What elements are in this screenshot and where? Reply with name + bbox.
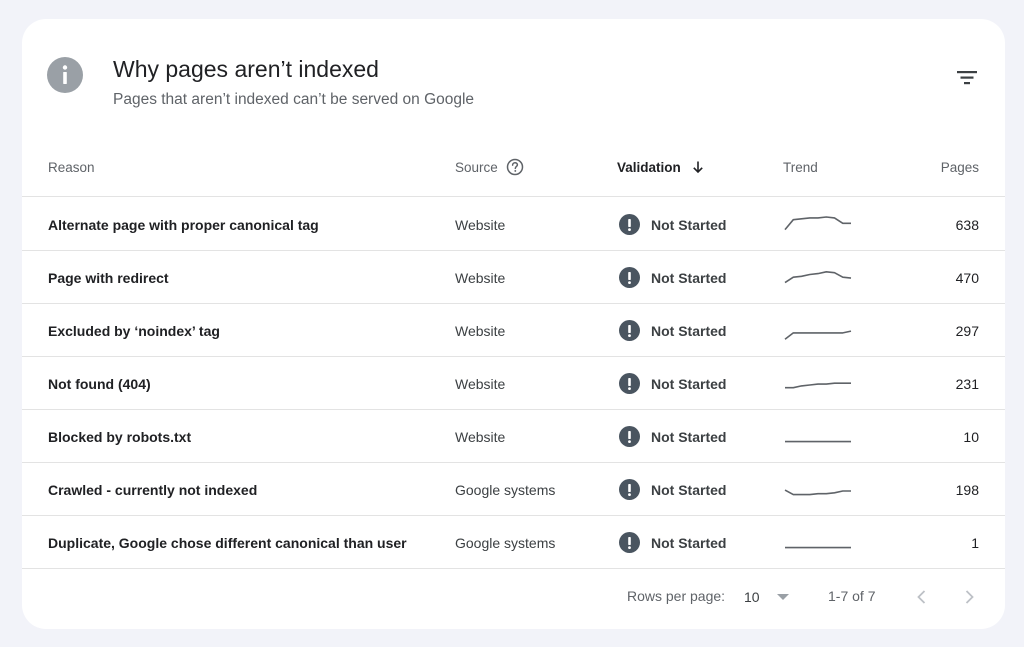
row-validation-status: Not Started <box>651 322 727 339</box>
pagination: Rows per page: 10 1-7 of 7 <box>22 581 1005 613</box>
exclamation-circle-icon <box>619 267 640 288</box>
row-validation-status: Not Started <box>651 481 727 498</box>
row-source: Website <box>455 322 506 339</box>
row-trend-sparkline <box>783 198 853 251</box>
sparkline-line <box>785 381 851 389</box>
sparkline-line <box>784 215 851 230</box>
sparkline-line <box>784 488 851 495</box>
row-trend-sparkline <box>783 251 853 304</box>
row-reason: Excluded by ‘noindex’ tag <box>48 322 220 339</box>
column-header-pages[interactable]: Pages <box>941 147 979 187</box>
row-reason: Page with redirect <box>48 269 169 286</box>
column-header-validation[interactable]: Validation <box>617 147 705 187</box>
row-reason: Duplicate, Google chose different canoni… <box>48 534 407 551</box>
row-validation: Not Started <box>619 251 726 304</box>
row-validation: Not Started <box>619 198 726 251</box>
table-header: Reason Source Validation Trend Pages <box>22 147 1005 197</box>
exclamation-circle-icon <box>619 479 640 500</box>
exclamation-circle-icon <box>619 373 640 394</box>
chevron-left-icon[interactable] <box>912 587 932 607</box>
row-validation: Not Started <box>619 357 726 410</box>
row-trend-sparkline <box>783 304 853 357</box>
row-pages-count: 10 <box>963 428 979 445</box>
table-row[interactable]: Excluded by ‘noindex’ tag Website Not Star… <box>22 304 1005 357</box>
help-circle-icon[interactable] <box>506 158 524 176</box>
row-pages-count: 198 <box>955 481 979 498</box>
table-row[interactable]: Not found (404) Website Not Started 231 <box>22 357 1005 410</box>
row-trend-sparkline <box>783 410 853 463</box>
exclamation-circle-icon <box>619 214 640 235</box>
table-row[interactable]: Crawled - currently not indexed Google sy… <box>22 463 1005 516</box>
row-validation-status: Not Started <box>651 375 727 392</box>
table-row[interactable]: Blocked by robots.txt Website Not Started 1… <box>22 410 1005 463</box>
row-source: Website <box>455 428 506 445</box>
row-trend-sparkline <box>783 357 853 410</box>
column-header-source-label: Source <box>455 159 498 175</box>
filter-icon[interactable] <box>950 65 984 91</box>
rows-per-page-select[interactable]: 10 <box>744 581 790 613</box>
row-trend-sparkline <box>783 463 853 516</box>
card-title: Why pages aren’t indexed <box>113 56 379 82</box>
row-pages-count: 638 <box>955 216 979 233</box>
pagination-range: 1-7 of 7 <box>828 588 876 604</box>
row-validation: Not Started <box>619 304 726 357</box>
column-header-validation-label: Validation <box>617 159 681 175</box>
row-validation: Not Started <box>619 410 726 463</box>
row-pages-count: 1 <box>971 534 979 551</box>
row-reason: Crawled - currently not indexed <box>48 481 258 498</box>
exclamation-circle-icon <box>619 320 640 341</box>
column-header-trend: Trend <box>783 159 818 175</box>
row-validation: Not Started <box>619 463 726 516</box>
sparkline-line <box>784 329 852 340</box>
row-validation-status: Not Started <box>651 428 727 445</box>
row-validation-status: Not Started <box>651 534 727 551</box>
row-reason: Blocked by robots.txt <box>48 428 192 445</box>
info-icon <box>47 57 83 93</box>
row-source: Google systems <box>455 534 556 551</box>
caret-down-icon <box>776 593 790 601</box>
row-source: Website <box>455 216 506 233</box>
sparkline-line <box>784 270 852 283</box>
row-reason: Alternate page with proper canonical tag <box>48 216 319 233</box>
table-row[interactable]: Alternate page with proper canonical tag… <box>22 198 1005 251</box>
column-header-source[interactable]: Source <box>455 147 524 187</box>
row-pages-count: 470 <box>955 269 979 286</box>
exclamation-circle-icon <box>619 426 640 447</box>
arrow-down-icon <box>691 160 705 174</box>
exclamation-circle-icon <box>619 532 640 553</box>
chevron-right-icon[interactable] <box>959 587 979 607</box>
row-source: Google systems <box>455 481 556 498</box>
row-validation-status: Not Started <box>651 269 727 286</box>
indexing-report-card: Why pages aren’t indexed Pages that aren… <box>22 19 1005 629</box>
row-validation: Not Started <box>619 516 726 569</box>
card-subtitle: Pages that aren’t indexed can’t be serve… <box>113 91 475 108</box>
column-header-reason[interactable]: Reason <box>48 147 95 187</box>
row-pages-count: 231 <box>955 375 979 392</box>
row-validation-status: Not Started <box>651 216 727 233</box>
row-source: Website <box>455 375 506 392</box>
table-row[interactable]: Duplicate, Google chose different canoni… <box>22 516 1005 569</box>
table-row[interactable]: Page with redirect Website Not Started 470 <box>22 251 1005 304</box>
rows-per-page-value: 10 <box>744 589 760 605</box>
row-source: Website <box>455 269 506 286</box>
row-reason: Not found (404) <box>48 375 151 392</box>
rows-per-page-label: Rows per page: <box>627 588 726 604</box>
row-pages-count: 297 <box>955 322 979 339</box>
row-trend-sparkline <box>783 516 853 569</box>
